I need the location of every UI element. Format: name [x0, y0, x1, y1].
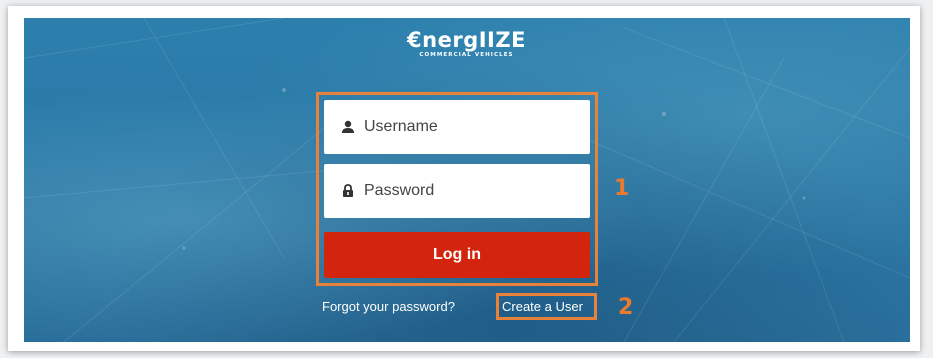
annotation-number-2: 2 [618, 295, 634, 320]
logo-wordmark: €nergIIZE [407, 28, 526, 52]
password-field[interactable]: Password [324, 164, 590, 218]
login-button[interactable]: Log in [324, 232, 590, 278]
user-icon [338, 120, 358, 134]
forgot-password-link[interactable]: Forgot your password? [322, 299, 455, 314]
energiize-logo: €nergIIZE COMMERCIAL VEHICLES [0, 29, 933, 59]
password-placeholder: Password [364, 182, 435, 199]
username-field[interactable]: Username [324, 100, 590, 154]
username-placeholder: Username [364, 118, 438, 135]
annotation-number-1: 1 [614, 176, 630, 201]
logo-tagline: COMMERCIAL VEHICLES [419, 52, 514, 58]
create-user-link[interactable]: Create a User [502, 299, 583, 314]
lock-icon [338, 184, 358, 198]
